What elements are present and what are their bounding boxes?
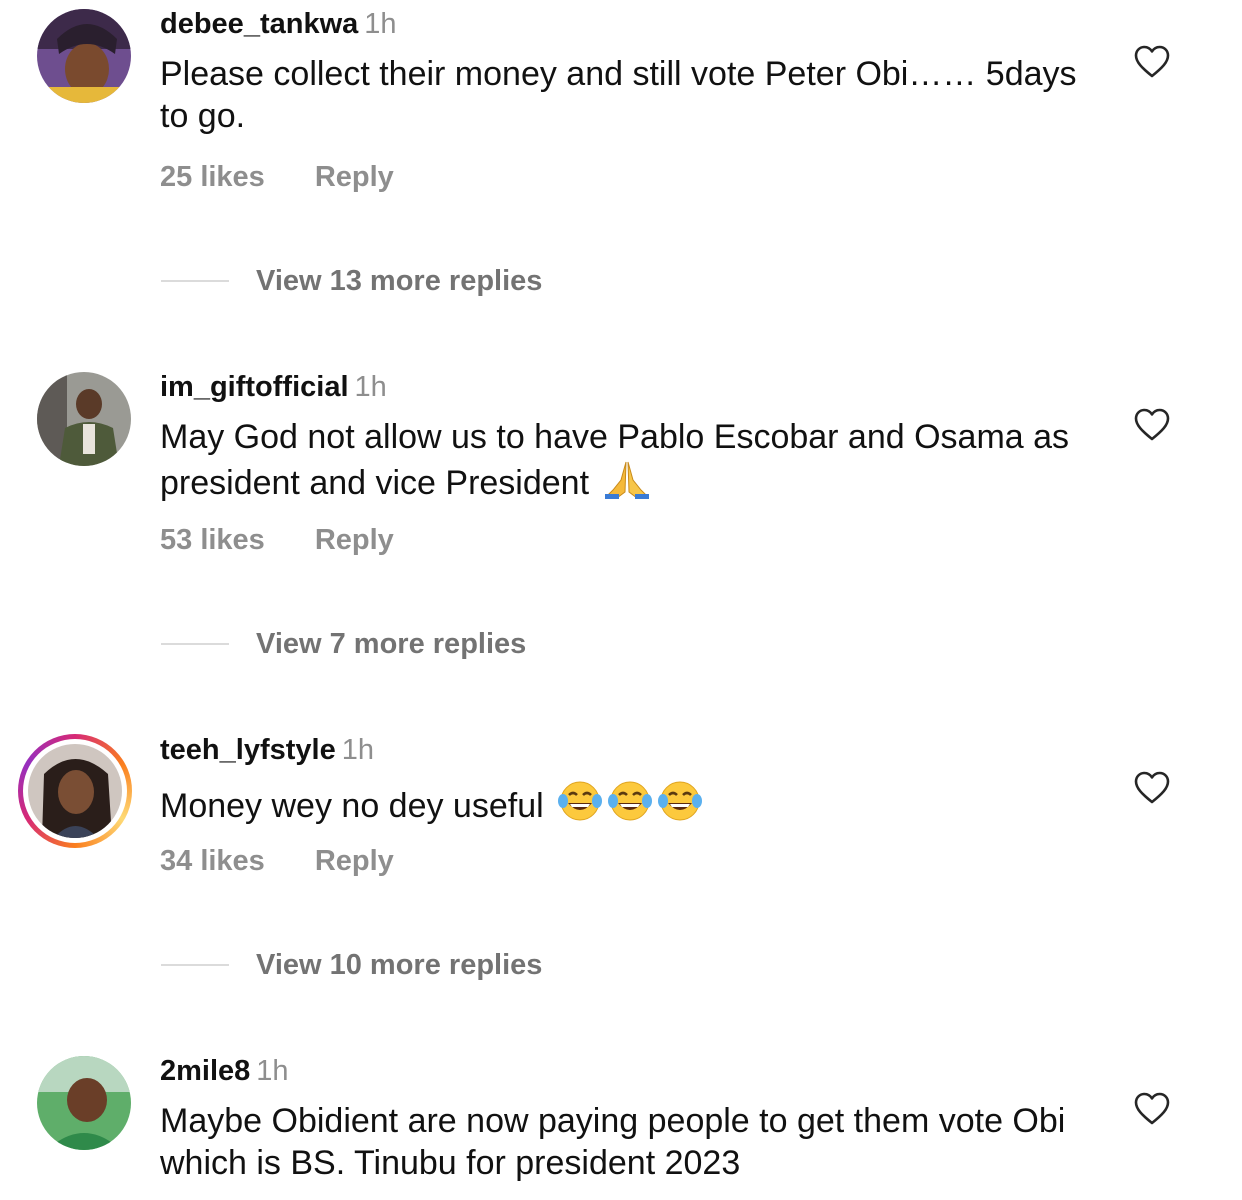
view-replies-label: View 10 more replies — [256, 948, 543, 981]
tears-of-joy-emoji — [558, 781, 603, 821]
comment-text: Maybe Obidient are now paying people to … — [160, 1102, 1066, 1182]
comment-actions: 25 likes Reply — [160, 160, 394, 194]
reply-button[interactable]: Reply — [315, 161, 394, 193]
comment-actions: 34 likes Reply — [160, 844, 394, 878]
avatar[interactable] — [37, 372, 131, 466]
comment-text: Please collect their money and still vot… — [160, 55, 1077, 135]
avatar[interactable] — [37, 1056, 131, 1150]
tears-of-joy-emoji — [658, 781, 703, 821]
comment-text: May God not allow us to have Pablo Escob… — [160, 416, 1100, 504]
comment-meta: debee_tankwa 1h — [160, 7, 397, 41]
reply-button[interactable]: Reply — [315, 524, 394, 556]
view-replies-label: View 13 more replies — [256, 264, 543, 297]
avatar[interactable] — [37, 9, 131, 103]
timestamp: 1h — [256, 1055, 289, 1087]
likes-count[interactable]: 53 likes — [160, 524, 265, 556]
comment-text-body: Money wey no dey useful — [160, 787, 544, 825]
view-replies-button[interactable]: View 7 more replies — [161, 627, 526, 661]
comment-text: Money wey no dey useful — [160, 779, 1100, 827]
comment-actions: 53 likes Reply — [160, 523, 394, 557]
comment-meta: teeh_lyfstyle 1h — [160, 733, 374, 767]
likes-count[interactable]: 25 likes — [160, 161, 265, 193]
divider — [161, 643, 229, 645]
reply-button[interactable]: Reply — [315, 845, 394, 877]
divider — [161, 280, 229, 282]
username[interactable]: teeh_lyfstyle — [160, 734, 336, 766]
story-ring[interactable] — [18, 734, 132, 848]
timestamp: 1h — [364, 8, 397, 40]
timestamp: 1h — [341, 734, 374, 766]
heart-outline-icon[interactable] — [1134, 45, 1170, 79]
username[interactable]: 2mile8 — [160, 1055, 250, 1087]
folded-hands-emoji — [604, 461, 649, 499]
view-replies-button[interactable]: View 13 more replies — [161, 264, 542, 298]
username[interactable]: im_giftofficial — [160, 371, 349, 403]
likes-count[interactable]: 34 likes — [160, 845, 265, 877]
timestamp: 1h — [354, 371, 387, 403]
heart-outline-icon[interactable] — [1134, 408, 1170, 442]
heart-outline-icon[interactable] — [1134, 771, 1170, 805]
username[interactable]: debee_tankwa — [160, 8, 358, 40]
tears-of-joy-emoji — [608, 781, 653, 821]
view-replies-button[interactable]: View 10 more replies — [161, 948, 542, 982]
heart-outline-icon[interactable] — [1134, 1092, 1170, 1126]
divider — [161, 964, 229, 966]
comment-meta: 2mile8 1h — [160, 1054, 289, 1088]
avatar — [28, 744, 122, 838]
comment-meta: im_giftofficial 1h — [160, 370, 387, 404]
view-replies-label: View 7 more replies — [256, 627, 527, 660]
